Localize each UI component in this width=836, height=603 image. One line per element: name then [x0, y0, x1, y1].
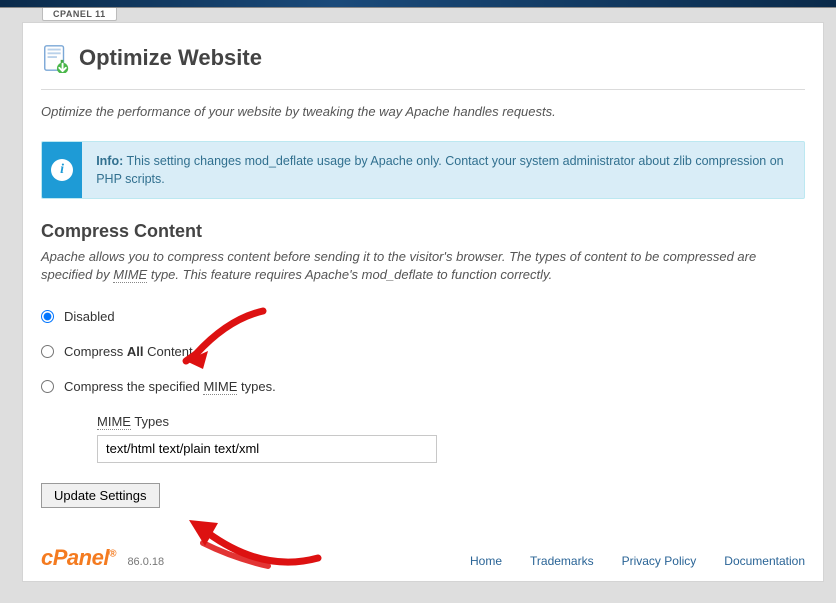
brand-logo: cPanel® [41, 545, 116, 570]
version-text: 86.0.18 [127, 556, 164, 568]
radio-specified[interactable] [41, 380, 54, 393]
compress-heading: Compress Content [41, 221, 805, 242]
label-all: Compress All Content [64, 344, 193, 359]
optimize-icon [41, 43, 71, 73]
footer-link-docs[interactable]: Documentation [724, 554, 805, 568]
info-icon: i [42, 142, 82, 198]
page-title: Optimize Website [79, 45, 262, 71]
mime-types-label: MIME Types [97, 414, 805, 429]
footer-link-privacy[interactable]: Privacy Policy [622, 554, 697, 568]
compress-desc: Apache allows you to compress content be… [41, 248, 805, 284]
label-specified: Compress the specified MIME types. [64, 379, 276, 394]
update-settings-button[interactable]: Update Settings [41, 483, 160, 508]
radio-disabled[interactable] [41, 310, 54, 323]
footer-link-trademarks[interactable]: Trademarks [530, 554, 594, 568]
info-prefix: Info: [96, 154, 123, 168]
info-text: This setting changes mod_deflate usage b… [96, 154, 783, 186]
mime-types-input[interactable] [97, 435, 437, 463]
footer-link-home[interactable]: Home [470, 554, 502, 568]
main-panel: Optimize Website Optimize the performanc… [22, 22, 824, 582]
intro-text: Optimize the performance of your website… [41, 104, 805, 119]
label-disabled: Disabled [64, 309, 115, 324]
breadcrumb-tab: CPANEL 11 [42, 8, 117, 21]
info-alert: i Info: This setting changes mod_deflate… [41, 141, 805, 199]
radio-all[interactable] [41, 345, 54, 358]
